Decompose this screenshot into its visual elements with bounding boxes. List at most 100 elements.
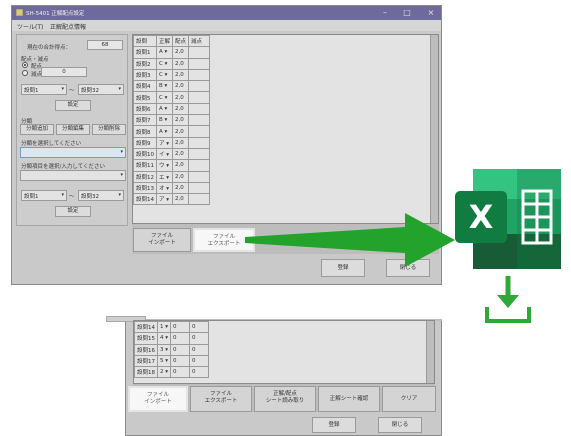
points-cell[interactable]: 2,0 [172,91,190,104]
clear-button[interactable]: クリア [382,386,436,412]
category-edit-button[interactable]: 分類編集 [56,124,90,135]
points-cell[interactable]: 2,0 [172,102,190,116]
file-import-button[interactable]: ファイル インポート [133,228,191,252]
answer-select[interactable]: C ▾ [155,68,174,82]
table-row[interactable]: 設問6 A ▾ 2,0 [133,102,211,116]
points-cell[interactable]: 2,0 [172,170,190,183]
deduction-cell[interactable]: 0 [189,366,210,379]
range-from-select[interactable]: 設問1 ▾ [21,84,67,95]
points-cell[interactable]: 2,0 [172,147,190,161]
table-row[interactable]: 設問5 C ▾ 2,0 [133,91,211,104]
answer-select[interactable]: 5 ▾ [156,354,172,368]
deduction-cell[interactable] [188,102,211,116]
table-row[interactable]: 設問18 2 ▾ 0 0 [134,366,210,379]
answer-select[interactable]: A ▾ [155,102,174,116]
table-row[interactable]: 設問4 B ▾ 2,0 [133,80,211,93]
answer-select[interactable]: ウ ▾ [155,159,174,172]
points-cell[interactable]: 2,0 [172,68,190,82]
points-cell[interactable]: 0 [170,354,191,368]
deduction-cell[interactable] [188,114,211,127]
set-button-2[interactable]: 設定 [55,206,91,217]
deduction-cell[interactable]: 0 [189,354,210,368]
deduction-cell[interactable] [188,68,211,82]
table-row[interactable]: 設問8 A ▾ 2,0 [133,125,211,138]
table-row[interactable]: 設問10 イ ▾ 2,0 [133,147,211,161]
table-row[interactable]: 設問1 A ▾ 2,0 [133,46,211,59]
answer-select[interactable]: C ▾ [155,57,174,70]
answer-select[interactable]: ア ▾ [155,136,174,149]
points-input[interactable]: 0 [41,67,87,77]
lower-file-export-button[interactable]: ファイル エクスポート [190,386,252,412]
deduction-cell[interactable] [188,125,211,138]
points-cell[interactable]: 2,0 [172,46,190,59]
lower-vertical-scrollbar[interactable] [426,321,434,383]
points-cell[interactable]: 0 [170,343,191,356]
answer-select[interactable]: 2 ▾ [156,366,172,379]
deduction-cell[interactable] [188,91,211,104]
points-cell[interactable]: 2,0 [172,181,190,195]
answer-select[interactable]: 4 ▾ [156,332,172,345]
table-row[interactable]: 設問7 B ▾ 2,0 [133,114,211,127]
points-cell[interactable]: 0 [170,366,191,379]
table-row[interactable]: 設問14 ア ▾ 2,0 [133,193,211,206]
table-row[interactable]: 設問16 3 ▾ 0 0 [134,343,210,356]
table-row[interactable]: 設問2 C ▾ 2,0 [133,57,211,70]
table-row[interactable]: 設問15 4 ▾ 0 0 [134,332,210,345]
answer-select[interactable]: ア ▾ [155,193,174,206]
deduction-cell[interactable] [188,147,211,161]
points-cell[interactable]: 2,0 [172,114,190,127]
points-cell[interactable]: 2,0 [172,159,190,172]
radio-add[interactable] [22,62,28,68]
answer-select[interactable]: 3 ▾ [156,343,172,356]
points-cell[interactable]: 0 [170,332,191,345]
deduction-cell[interactable] [188,57,211,70]
deduction-cell[interactable]: 0 [189,321,210,334]
lower-close-button[interactable]: 閉じる [378,417,422,433]
deduction-cell[interactable] [188,159,211,172]
category-delete-button[interactable]: 分類削除 [92,124,126,135]
menu-answer-info[interactable]: 正解配点情報 [50,22,86,31]
answer-select[interactable]: C ▾ [155,91,174,104]
lower-file-import-button[interactable]: ファイル インポート [128,386,188,412]
table-row[interactable]: 設問17 5 ▾ 0 0 [134,354,210,368]
vertical-scrollbar[interactable] [430,35,438,223]
minimize-icon[interactable]: – [378,7,392,18]
points-cell[interactable]: 2,0 [172,136,190,149]
answer-select[interactable]: B ▾ [155,80,174,93]
deduction-cell[interactable]: 0 [189,343,210,356]
category-add-button[interactable]: 分類追加 [20,124,54,135]
deduction-cell[interactable] [188,181,211,195]
deduction-cell[interactable] [188,170,211,183]
category-item-select[interactable]: ▾ [20,170,126,181]
deduction-cell[interactable] [188,46,211,59]
deduction-cell[interactable] [188,193,211,206]
table-row[interactable]: 設問11 ウ ▾ 2,0 [133,159,211,172]
set-button[interactable]: 設定 [55,100,91,111]
answer-select[interactable]: オ ▾ [155,181,174,195]
deduction-cell[interactable] [188,80,211,93]
range2-from-select[interactable]: 設問1 ▾ [21,190,67,201]
answer-select[interactable]: B ▾ [155,114,174,127]
table-row[interactable]: 設問9 ア ▾ 2,0 [133,136,211,149]
points-cell[interactable]: 2,0 [172,57,190,70]
table-row[interactable]: 設問12 エ ▾ 2,0 [133,170,211,183]
table-row[interactable]: 設問3 C ▾ 2,0 [133,68,211,82]
maximize-icon[interactable]: □ [400,7,414,18]
menu-tools[interactable]: ツール(T) [17,22,43,31]
read-sheet-button[interactable]: 正解/配点 シート読み取り [254,386,316,412]
answer-select[interactable]: A ▾ [155,125,174,138]
table-row[interactable]: 設問13 オ ▾ 2,0 [133,181,211,195]
lower-register-button[interactable]: 登録 [312,417,356,433]
answer-select[interactable]: A ▾ [155,46,174,59]
deduction-cell[interactable]: 0 [189,332,210,345]
points-cell[interactable]: 2,0 [172,125,190,138]
close-icon[interactable]: × [424,7,438,18]
range2-to-select[interactable]: 設問32 ▾ [78,190,124,201]
range-to-select[interactable]: 設問32 ▾ [78,84,124,95]
confirm-sheet-button[interactable]: 正解シート確認 [318,386,380,412]
points-cell[interactable]: 2,0 [172,193,190,206]
answer-select[interactable]: エ ▾ [155,170,174,183]
answer-select[interactable]: 1 ▾ [156,321,172,334]
points-cell[interactable]: 0 [170,321,191,334]
deduction-cell[interactable] [188,136,211,149]
